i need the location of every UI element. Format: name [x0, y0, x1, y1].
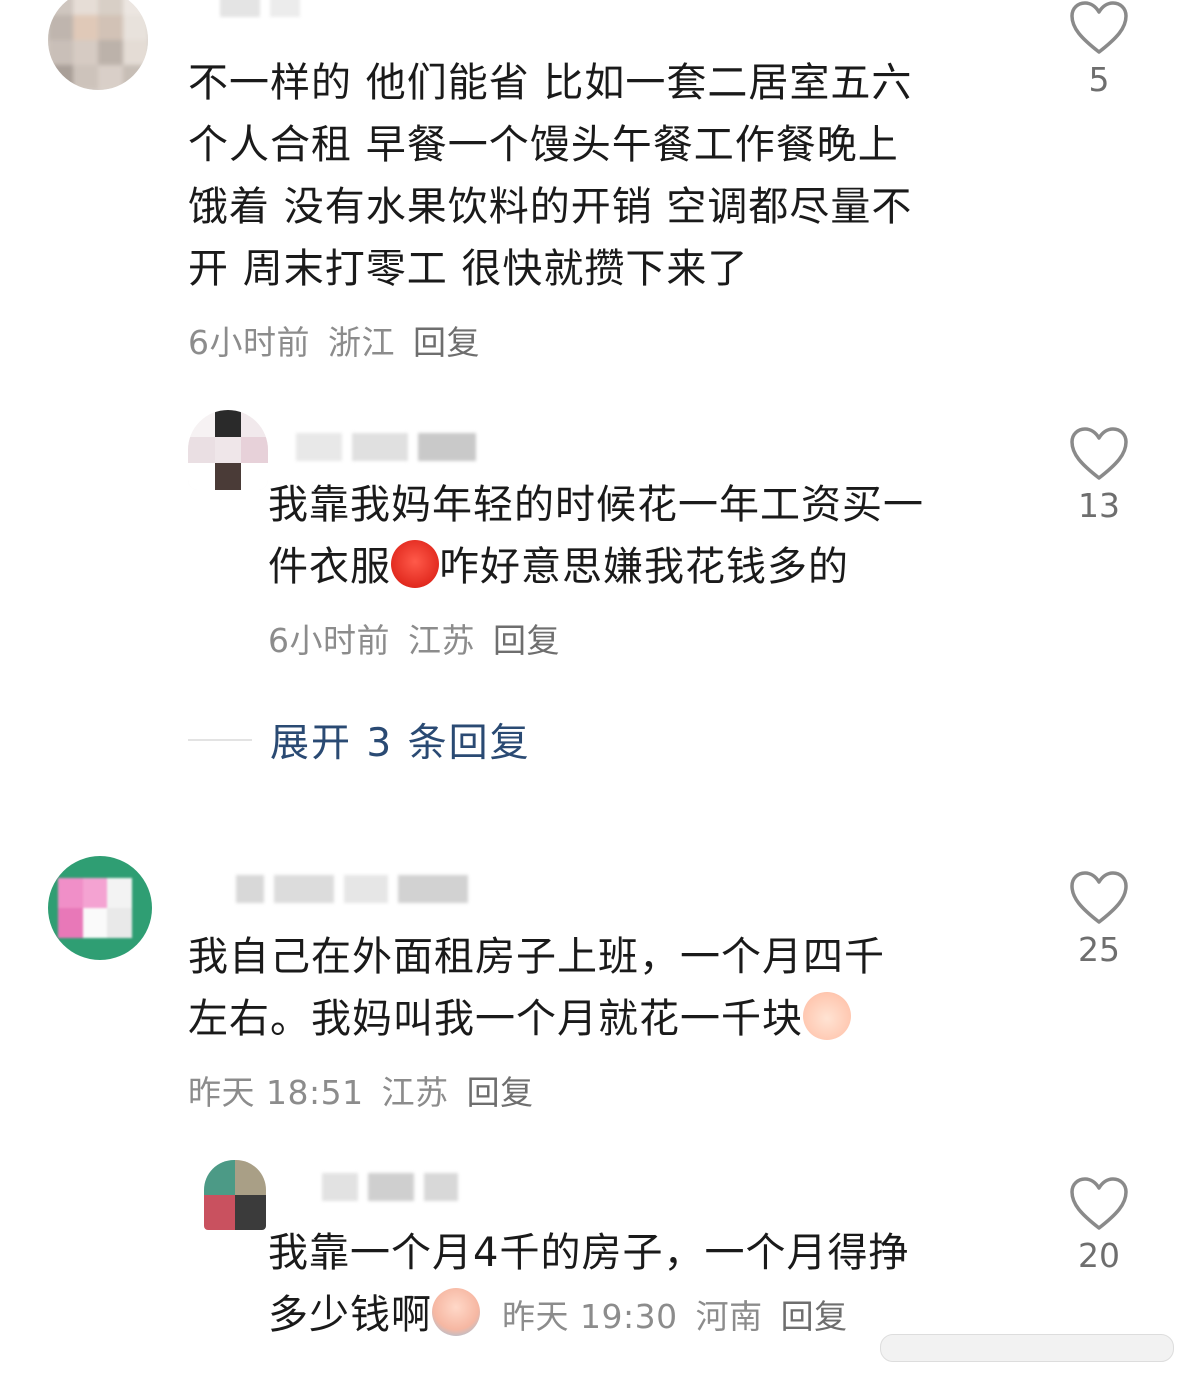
- divider: [188, 739, 252, 741]
- comment-time: 昨天 19:30: [502, 1297, 678, 1336]
- avatar[interactable]: [204, 1160, 266, 1230]
- username-blurred[interactable]: [296, 432, 476, 462]
- avatar[interactable]: [188, 410, 268, 490]
- like-count: 5: [1088, 60, 1110, 99]
- comment-meta: 6小时前 江苏 回复: [268, 614, 578, 662]
- comment-time: 昨天 18:51: [188, 1073, 364, 1112]
- smiling-peach-emoji: [803, 992, 851, 1040]
- comment-location: 浙江: [328, 323, 395, 362]
- comment-text: 我靠一个月4千的房子，一个月得挣 多少钱啊 昨天 19:30 河南 回复: [268, 1222, 1028, 1348]
- comment-text: 我靠我妈年轻的时候花一年工资买一 件衣服 咋好意思嫌我花钱多的: [268, 474, 1008, 598]
- like-count: 13: [1078, 486, 1120, 525]
- heart-icon: [1070, 427, 1128, 480]
- username-blurred[interactable]: [220, 0, 300, 18]
- like-button[interactable]: 5: [1064, 0, 1134, 99]
- comment-location: 江苏: [408, 621, 475, 660]
- avatar[interactable]: [48, 0, 148, 90]
- angry-face-emoji: [391, 540, 439, 588]
- heart-icon: [1070, 871, 1128, 924]
- comment-meta: 昨天 18:51 江苏 回复: [188, 1066, 552, 1114]
- comment-location: 江苏: [381, 1073, 449, 1112]
- comment-text: 不一样的 他们能省 比如一套二居室五六 个人合租 早餐一个馒头午餐工作餐晚上 饿…: [188, 60, 913, 292]
- reply-button[interactable]: 回复: [413, 323, 480, 362]
- comment-meta: 6小时前 浙江 回复: [188, 316, 498, 364]
- like-count: 25: [1078, 930, 1120, 969]
- reply-button[interactable]: 回复: [493, 621, 560, 660]
- expand-replies-label: 展开 3 条回复: [270, 721, 531, 766]
- comment-text-part: 我自己在外面租房子上班，一个月四千 左右。我妈叫我一个月就花一千块: [188, 934, 885, 1042]
- comment-time: 6小时前: [188, 323, 310, 362]
- heart-icon: [1070, 1177, 1128, 1230]
- crying-face-emoji: [432, 1288, 480, 1336]
- username-blurred[interactable]: [322, 1172, 458, 1202]
- watermark: [880, 1334, 1174, 1362]
- comment-time: 6小时前: [268, 621, 390, 660]
- comment-text: 我自己在外面租房子上班，一个月四千 左右。我妈叫我一个月就花一千块: [188, 926, 1008, 1050]
- like-count: 20: [1078, 1236, 1120, 1275]
- comment-location: 河南: [695, 1297, 763, 1336]
- like-button[interactable]: 25: [1064, 870, 1134, 969]
- comment-text-part: 咋好意思嫌我花钱多的: [439, 544, 849, 590]
- heart-icon: [1070, 1, 1128, 54]
- expand-replies-button[interactable]: 展开 3 条回复: [188, 712, 531, 768]
- comment-meta: 昨天 19:30 河南 回复: [502, 1297, 866, 1336]
- reply-button[interactable]: 回复: [467, 1073, 534, 1112]
- username-blurred[interactable]: [236, 874, 468, 904]
- like-button[interactable]: 13: [1064, 426, 1134, 525]
- like-button[interactable]: 20: [1064, 1176, 1134, 1275]
- reply-button[interactable]: 回复: [781, 1297, 848, 1336]
- avatar[interactable]: [48, 856, 152, 960]
